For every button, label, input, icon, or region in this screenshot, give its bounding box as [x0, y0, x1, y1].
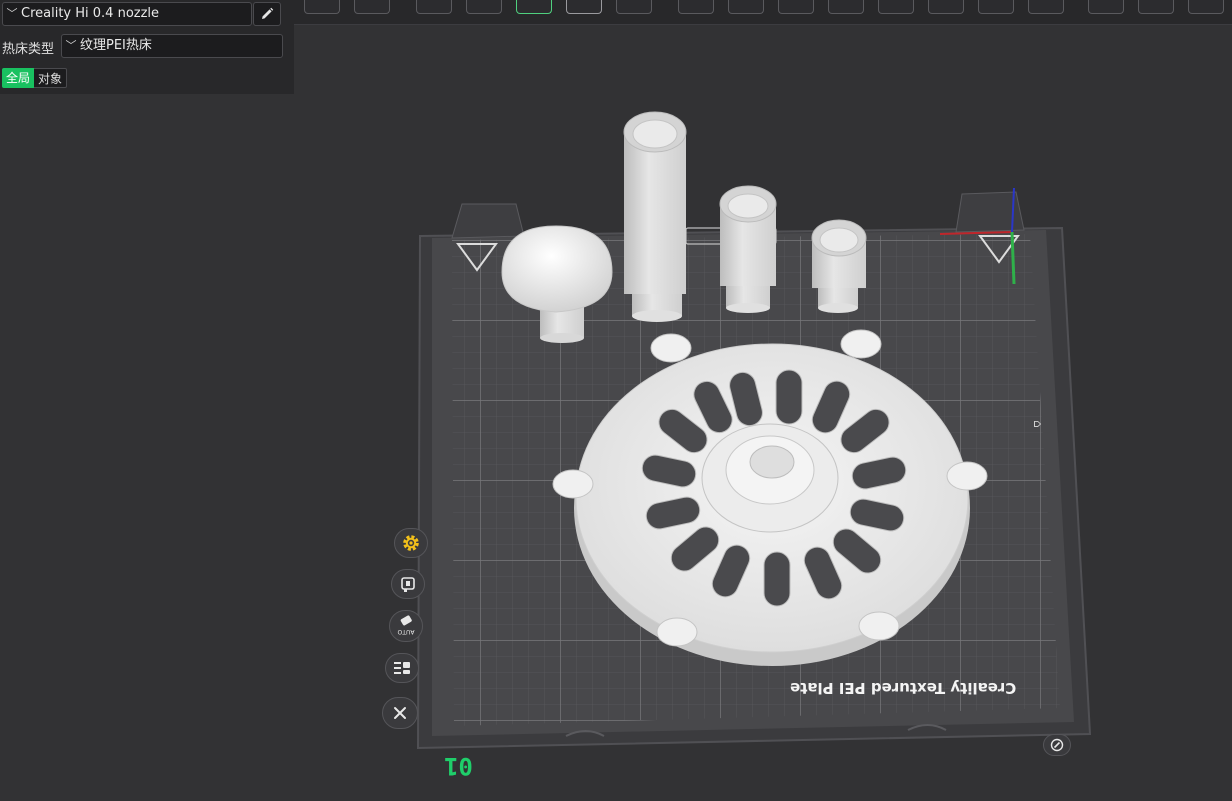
model-medium-cylinder[interactable]	[719, 185, 777, 313]
gear-icon	[403, 535, 419, 551]
chevron-down-icon: ﹀	[6, 7, 18, 20]
layers-list-button[interactable]	[385, 653, 419, 683]
toolbar-add-icon[interactable]	[416, 0, 452, 14]
object-list-icon	[401, 577, 415, 592]
toolbar-cut-icon[interactable]	[878, 0, 914, 14]
svg-text:⌂: ⌂	[1031, 420, 1045, 428]
toolbar-assembly-icon[interactable]	[1138, 0, 1174, 14]
viewport-3d[interactable]: ⌂	[0, 0, 1232, 801]
toolbar-scale-icon[interactable]	[778, 0, 814, 14]
layers-list-icon	[394, 662, 410, 674]
toolbar-split-icon[interactable]	[616, 0, 652, 14]
toolbar-rotate-icon[interactable]	[728, 0, 764, 14]
auto-label: AUTO	[397, 628, 414, 635]
plate-name-label: Creality Textured PEI Plate	[790, 679, 1017, 697]
edit-plate-icon	[1050, 738, 1064, 752]
model-short-cylinder[interactable]	[811, 219, 867, 313]
scope-object-button[interactable]: 对象	[34, 68, 68, 88]
toolbar-add-plate-icon[interactable]	[466, 0, 502, 14]
toolbar-move-icon[interactable]	[678, 0, 714, 14]
toolbar-measure-icon[interactable]	[1088, 0, 1124, 14]
object-list-button[interactable]	[391, 569, 425, 599]
printer-select[interactable]: ﹀ Creality Hi 0.4 nozzle	[2, 2, 252, 26]
settings-panel: ﹀ Creality Hi 0.4 nozzle 热床类型 ﹀ 纹理PEI热床 全局…	[0, 0, 294, 94]
plate-number: 01	[444, 752, 473, 780]
toolbar-lay-flat-icon[interactable]	[828, 0, 864, 14]
top-toolbar	[294, 0, 1232, 25]
toolbar-cube-icon[interactable]	[304, 0, 340, 14]
toolbar-more-icon[interactable]	[1188, 0, 1224, 14]
bed-type-select[interactable]: ﹀ 纹理PEI热床	[61, 34, 283, 58]
model-tall-cylinder[interactable]	[623, 111, 687, 322]
scope-toggle: 全局 对象	[2, 68, 68, 88]
toolbar-seam-icon[interactable]	[978, 0, 1014, 14]
scope-global-button[interactable]: 全局	[2, 68, 35, 88]
toolbar-arrange-icon[interactable]	[566, 0, 602, 14]
close-icon	[394, 707, 406, 719]
pencil-icon	[262, 7, 274, 19]
close-tools-button[interactable]	[382, 697, 418, 729]
auto-arrange-button[interactable]: AUTO	[389, 610, 423, 642]
toolbar-support-icon[interactable]	[928, 0, 964, 14]
chevron-down-icon: ﹀	[65, 39, 77, 52]
auto-arrange-icon: AUTO	[397, 615, 414, 635]
bed-type-label: 热床类型	[2, 42, 55, 57]
toolbar-text-icon[interactable]	[1028, 0, 1064, 14]
plate-edit-button[interactable]	[1043, 734, 1071, 756]
plate-settings-button[interactable]	[394, 528, 428, 558]
toolbar-orient-icon[interactable]	[516, 0, 552, 14]
toolbar-keyboard-icon[interactable]	[354, 0, 390, 14]
bed-type-select-value: 纹理PEI热床	[80, 38, 152, 53]
edit-printer-button[interactable]	[253, 2, 281, 26]
printer-select-value: Creality Hi 0.4 nozzle	[21, 6, 160, 21]
